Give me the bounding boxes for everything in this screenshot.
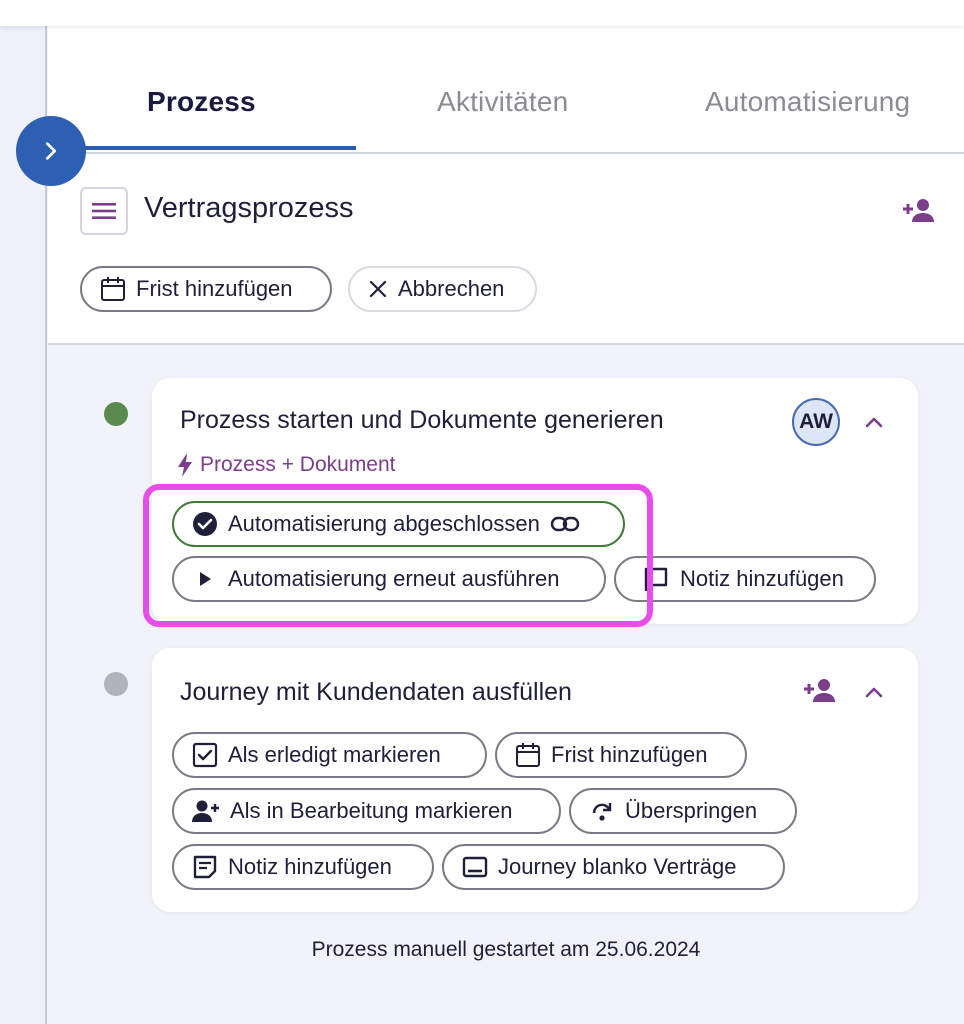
step-type-tag: Prozess + Dokument: [176, 452, 396, 478]
checkbox-icon: [192, 742, 218, 768]
cancel-label: Abbrechen: [398, 276, 505, 301]
add-note-button[interactable]: Notiz hinzufügen: [172, 844, 434, 890]
add-note-label: Notiz hinzufügen: [228, 854, 392, 879]
tab-bar: Prozess Aktivitäten Automatisierung: [48, 78, 964, 154]
add-deadline-button[interactable]: Frist hinzufügen: [80, 266, 332, 312]
process-start-info: Prozess manuell gestartet am 25.06.2024: [311, 938, 701, 961]
avatar[interactable]: AW: [792, 398, 840, 446]
skip-icon: [592, 803, 612, 821]
automation-completed-label: Automatisierung abgeschlossen: [228, 511, 540, 536]
automation-completed-badge[interactable]: Automatisierung abgeschlossen: [172, 501, 625, 547]
play-icon: [200, 572, 211, 586]
mark-done-label: Als erledigt markieren: [228, 742, 441, 767]
step-title: Prozess starten und Dokumente generieren: [180, 406, 664, 434]
add-user-icon: [804, 679, 835, 702]
process-title: Vertragsprozess: [144, 192, 354, 224]
rerun-automation-label: Automatisierung erneut ausführen: [228, 566, 560, 591]
note-icon: [644, 567, 668, 591]
step-title: Journey mit Kundendaten ausfüllen: [180, 678, 572, 706]
journey-label: Journey blanko Verträge: [498, 854, 737, 879]
chevron-right-icon: [45, 142, 57, 160]
step-status-dot: [104, 672, 128, 696]
lightning-icon: [178, 453, 192, 477]
chevron-up-icon: [865, 687, 883, 698]
tab-prozess[interactable]: Prozess: [147, 86, 256, 118]
calendar-icon: [516, 743, 540, 767]
chevron-up-icon: [865, 417, 883, 428]
check-circle-icon: [193, 512, 217, 536]
journey-icon: [462, 856, 488, 878]
process-header: Prozess Aktivitäten Automatisierung Vert…: [48, 26, 964, 345]
assign-user-button[interactable]: [800, 678, 838, 702]
collapse-step-button[interactable]: [862, 680, 886, 704]
menu-icon: [92, 203, 116, 219]
skip-button[interactable]: Überspringen: [569, 788, 797, 834]
expand-sidebar-button[interactable]: [16, 116, 86, 186]
calendar-icon: [101, 277, 125, 301]
collapse-step-button[interactable]: [862, 410, 886, 434]
mark-in-progress-label: Als in Bearbeitung markieren: [230, 798, 513, 823]
rerun-automation-button[interactable]: Automatisierung erneut ausführen: [172, 556, 606, 602]
mark-done-button[interactable]: Als erledigt markieren: [172, 732, 487, 778]
link-icon: [550, 516, 580, 532]
add-note-button[interactable]: Notiz hinzufügen: [614, 556, 876, 602]
mark-in-progress-button[interactable]: Als in Bearbeitung markieren: [172, 788, 561, 834]
skip-label: Überspringen: [625, 798, 758, 823]
close-icon: [369, 280, 387, 298]
add-user-icon: [903, 199, 934, 222]
tab-automatisierung[interactable]: Automatisierung: [705, 86, 910, 118]
step-status-dot: [104, 402, 128, 426]
user-plus-icon: [192, 800, 219, 822]
cancel-button[interactable]: Abbrechen: [348, 266, 537, 312]
tab-aktivitaeten[interactable]: Aktivitäten: [437, 86, 568, 118]
add-deadline-label: Frist hinzufügen: [136, 276, 293, 301]
add-deadline-button[interactable]: Frist hinzufügen: [495, 732, 747, 778]
step-type-label: Prozess + Dokument: [200, 453, 396, 476]
process-panel: Prozess Aktivitäten Automatisierung Vert…: [48, 26, 964, 1024]
add-deadline-label: Frist hinzufügen: [551, 742, 708, 767]
top-bar: [0, 0, 964, 26]
note-icon: [193, 855, 217, 879]
process-menu-button[interactable]: [80, 187, 128, 235]
assign-user-button[interactable]: [898, 194, 938, 226]
active-tab-indicator: [76, 146, 356, 150]
add-note-label: Notiz hinzufügen: [680, 566, 844, 591]
journey-button[interactable]: Journey blanko Verträge: [442, 844, 785, 890]
